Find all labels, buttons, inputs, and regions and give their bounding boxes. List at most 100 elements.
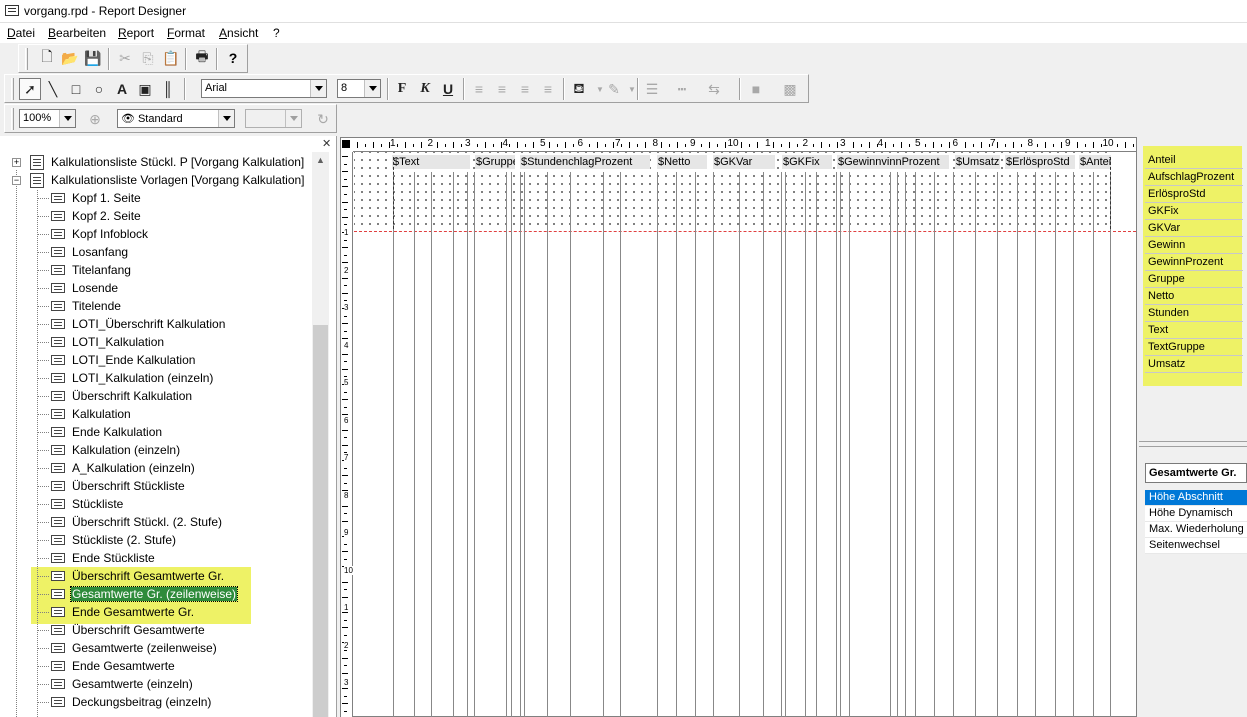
help-icon[interactable]: ?	[222, 47, 244, 69]
menu-bearbeiten[interactable]: Bearbeiten	[48, 26, 106, 40]
tree-scrollbar[interactable]: ▲	[312, 152, 329, 717]
tree-item[interactable]: Überschrift Gesamtwerte	[37, 621, 307, 639]
font-select[interactable]: Arial	[201, 79, 327, 98]
tree-item[interactable]: Ende Gesamtwerte Gr.	[37, 603, 307, 621]
menu-ansicht[interactable]: Ansicht	[219, 26, 258, 40]
tree-item[interactable]: Losende	[37, 279, 307, 297]
menu-report[interactable]: Report	[118, 26, 154, 40]
style-select[interactable]: 👁 Standard	[117, 109, 235, 128]
refresh-icon[interactable]: ↻	[312, 108, 334, 130]
tree-item[interactable]: LOTI_Kalkulation	[37, 333, 307, 351]
align-right-icon[interactable]: ≡	[514, 78, 536, 100]
variable-item[interactable]: GewinnProzent	[1145, 254, 1243, 271]
tree-item[interactable]: Gesamtwerte (zeilenweise)	[37, 639, 307, 657]
line-width-icon[interactable]: ☰	[641, 78, 663, 100]
chevron-down-icon[interactable]	[59, 110, 75, 127]
chevron-down-icon[interactable]	[364, 80, 380, 97]
report-field[interactable]: $Netto	[657, 155, 707, 169]
toolbar-grip[interactable]	[11, 108, 14, 130]
variable-item[interactable]: AufschlagProzent	[1145, 169, 1243, 186]
chevron-down-icon[interactable]	[218, 110, 234, 127]
align-left-icon[interactable]: ≡	[468, 78, 490, 100]
report-field[interactable]: $GewinnvinnProzent	[837, 155, 949, 169]
text-icon[interactable]: A	[111, 78, 133, 100]
close-icon[interactable]: ✕	[322, 137, 331, 150]
variable-item[interactable]: TextGruppe	[1145, 339, 1243, 356]
tree-item[interactable]: Kopf Infoblock	[37, 225, 307, 243]
tree-item[interactable]: Überschrift Stückliste	[37, 477, 307, 495]
scroll-thumb[interactable]	[313, 325, 328, 717]
barcode-icon[interactable]: ║	[157, 78, 179, 100]
tree-item[interactable]: Kopf 2. Seite	[37, 207, 307, 225]
shadow-icon[interactable]: ■	[745, 78, 767, 100]
tree-item[interactable]: Titelende	[37, 297, 307, 315]
variable-item[interactable]: Netto	[1145, 288, 1243, 305]
variable-item[interactable]: Umsatz	[1145, 356, 1243, 373]
tree-item[interactable]: Ende Gesamtwerte	[37, 657, 307, 675]
third-select[interactable]	[245, 109, 302, 128]
fill-color-icon[interactable]: ⛾	[568, 78, 590, 100]
tree-item[interactable]: Kalkulation (einzeln)	[37, 441, 307, 459]
toolbar-grip[interactable]	[11, 78, 14, 100]
toolbar-grip[interactable]	[25, 48, 28, 70]
property-item[interactable]: Seitenwechsel	[1145, 538, 1247, 554]
property-item[interactable]: Max. Wiederholung	[1145, 522, 1247, 538]
tree-item[interactable]: Überschrift Kalkulation	[37, 387, 307, 405]
tree-item[interactable]: A_Kalkulation (einzeln)	[37, 459, 307, 477]
report-field[interactable]: $Text	[392, 155, 470, 169]
tree-root-2[interactable]: − Kalkulationsliste Vorlagen [Vorgang Ka…	[10, 171, 310, 189]
tree-item[interactable]: Kalkulation	[37, 405, 307, 423]
report-field[interactable]: $Umsatz	[955, 155, 1000, 169]
variable-item[interactable]: Stunden	[1145, 305, 1243, 322]
variable-item[interactable]: GKVar	[1145, 220, 1243, 237]
zoom-icon[interactable]: ⊕	[84, 108, 106, 130]
menu-help[interactable]: ?	[273, 26, 280, 40]
size-select[interactable]: 8	[337, 79, 381, 98]
report-field[interactable]: $StundenchlagProzent	[520, 155, 650, 169]
variable-item[interactable]: Gruppe	[1145, 271, 1243, 288]
report-field[interactable]: $GKFix	[782, 155, 832, 169]
rectangle-icon[interactable]: □	[65, 78, 87, 100]
tree-item[interactable]: Stückliste (2. Stufe)	[37, 531, 307, 549]
chevron-down-icon[interactable]: ▼	[621, 78, 643, 100]
tree-item[interactable]: Kopf 1. Seite	[37, 189, 307, 207]
tree-item[interactable]: Gesamtwerte Gr. (zeilenweise)	[37, 585, 307, 603]
tree-item[interactable]: Stückliste	[37, 495, 307, 513]
menu-datei[interactable]: Datei	[7, 26, 35, 40]
tree-item[interactable]: LOTI_Überschrift Kalkulation	[37, 315, 307, 333]
copy-icon[interactable]: ⎘	[137, 47, 159, 69]
zoom-select[interactable]: 100%	[19, 109, 76, 128]
property-item[interactable]: Höhe Abschnitt	[1145, 490, 1247, 506]
ellipse-icon[interactable]: ○	[88, 78, 110, 100]
chevron-down-icon[interactable]	[285, 110, 301, 127]
tree-item[interactable]: Deckungsbeitrag (einzeln)	[37, 693, 307, 711]
paste-icon[interactable]: 📋	[160, 47, 182, 69]
collapse-icon[interactable]: −	[12, 176, 21, 185]
property-item[interactable]: Höhe Dynamisch	[1145, 506, 1247, 522]
ruler-corner[interactable]	[342, 140, 350, 148]
cut-icon[interactable]: ✂	[114, 47, 136, 69]
report-field[interactable]: $GKVar	[713, 155, 775, 169]
variable-item[interactable]: GKFix	[1145, 203, 1243, 220]
expand-icon[interactable]: +	[12, 158, 21, 167]
tree-item[interactable]: Überschrift Stückl. (2. Stufe)	[37, 513, 307, 531]
chevron-down-icon[interactable]	[310, 80, 326, 97]
underline-icon[interactable]: U	[437, 78, 459, 100]
variable-item[interactable]: Anteil	[1145, 152, 1243, 169]
report-field[interactable]: $Antei	[1079, 155, 1111, 169]
tree-item[interactable]: Ende Kalkulation	[37, 423, 307, 441]
border-icon[interactable]: ▩	[779, 78, 801, 100]
bold-icon[interactable]: F	[391, 78, 413, 100]
tree-item[interactable]: Titelanfang	[37, 261, 307, 279]
report-field[interactable]: $Gruppe	[475, 155, 515, 169]
tree-item[interactable]: LOTI_Ende Kalkulation	[37, 351, 307, 369]
tree-item[interactable]: Gesamtwerte (einzeln)	[37, 675, 307, 693]
open-icon[interactable]: 📂	[59, 47, 81, 69]
tree-item[interactable]: Überschrift Gesamtwerte Gr.	[37, 567, 307, 585]
tree-item[interactable]: LOTI_Kalkulation (einzeln)	[37, 369, 307, 387]
pointer-icon[interactable]: ➚	[19, 78, 41, 100]
tree-item[interactable]: Losanfang	[37, 243, 307, 261]
variable-item[interactable]: ErlösproStd	[1145, 186, 1243, 203]
print-icon[interactable]: 🖶	[191, 47, 213, 69]
save-icon[interactable]: 💾	[82, 47, 104, 69]
